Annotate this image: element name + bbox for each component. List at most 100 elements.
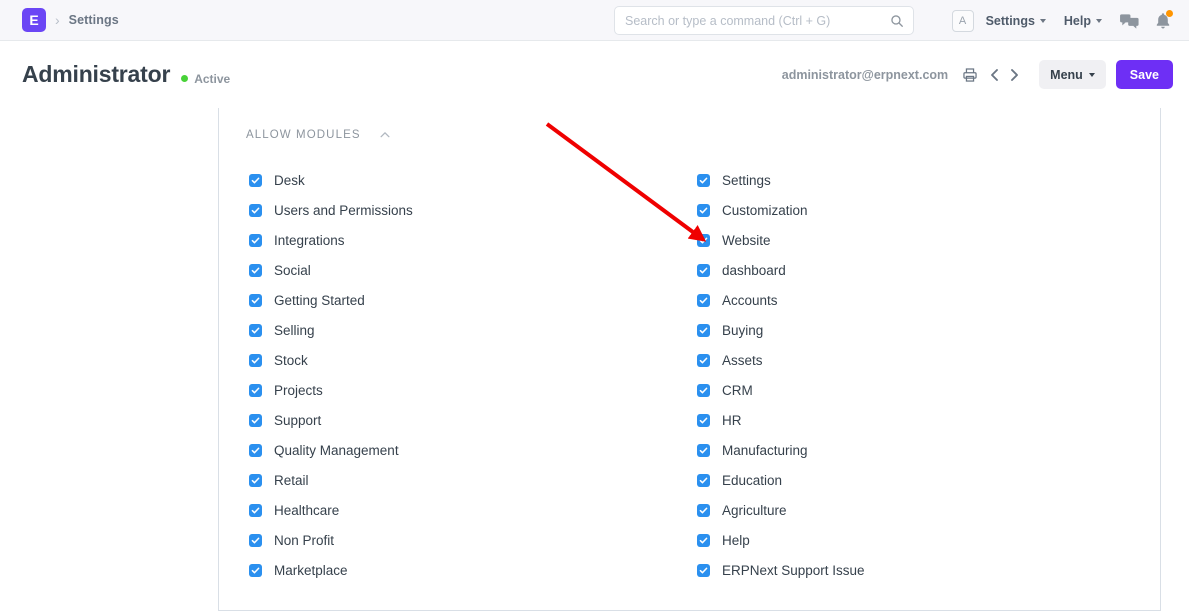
modules-right-column: Settings Customization Website dashboard Acc…: [679, 165, 1139, 585]
module-checkbox-row[interactable]: Website: [697, 225, 1139, 255]
module-checkbox-row[interactable]: CRM: [697, 375, 1139, 405]
checkbox-checked-icon[interactable]: [697, 534, 710, 547]
checkbox-checked-icon[interactable]: [249, 474, 262, 487]
module-checkbox-row[interactable]: Marketplace: [249, 555, 679, 585]
module-checkbox-row[interactable]: Manufacturing: [697, 435, 1139, 465]
module-checkbox-row[interactable]: Desk: [249, 165, 679, 195]
module-checkbox-label: Settings: [722, 173, 771, 188]
module-checkbox-label: Support: [274, 413, 321, 428]
module-checkbox-row[interactable]: Selling: [249, 315, 679, 345]
checkbox-checked-icon[interactable]: [697, 294, 710, 307]
nav-settings-dropdown[interactable]: Settings: [986, 14, 1046, 28]
module-checkbox-row[interactable]: Integrations: [249, 225, 679, 255]
module-checkbox-label: Accounts: [722, 293, 778, 308]
checkbox-checked-icon[interactable]: [249, 324, 262, 337]
app-logo[interactable]: E: [22, 8, 46, 32]
user-email: administrator@erpnext.com: [782, 68, 948, 82]
checkbox-checked-icon[interactable]: [249, 414, 262, 427]
module-checkbox-row[interactable]: HR: [697, 405, 1139, 435]
module-checkbox-label: Stock: [274, 353, 308, 368]
module-checkbox-label: Marketplace: [274, 563, 348, 578]
module-checkbox-label: Customization: [722, 203, 808, 218]
module-checkbox-row[interactable]: Retail: [249, 465, 679, 495]
checkbox-checked-icon[interactable]: [249, 234, 262, 247]
checkbox-checked-icon[interactable]: [697, 354, 710, 367]
chevron-up-icon[interactable]: [379, 129, 391, 141]
module-checkbox-label: Healthcare: [274, 503, 339, 518]
checkbox-checked-icon[interactable]: [249, 384, 262, 397]
checkbox-checked-icon[interactable]: [697, 234, 710, 247]
checkbox-checked-icon[interactable]: [249, 294, 262, 307]
checkbox-checked-icon[interactable]: [697, 324, 710, 337]
chevron-right-icon[interactable]: [1006, 67, 1022, 83]
checkbox-checked-icon[interactable]: [697, 564, 710, 577]
module-checkbox-label: Users and Permissions: [274, 203, 413, 218]
module-checkbox-row[interactable]: Healthcare: [249, 495, 679, 525]
chevron-right-icon: ›: [55, 13, 60, 27]
checkbox-checked-icon[interactable]: [249, 204, 262, 217]
checkbox-checked-icon[interactable]: [249, 534, 262, 547]
notification-dot: [1166, 10, 1173, 17]
module-checkbox-label: Social: [274, 263, 311, 278]
module-checkbox-row[interactable]: Help: [697, 525, 1139, 555]
avatar[interactable]: A: [952, 10, 974, 32]
save-button[interactable]: Save: [1116, 60, 1173, 89]
checkbox-checked-icon[interactable]: [249, 504, 262, 517]
checkbox-checked-icon[interactable]: [697, 414, 710, 427]
module-checkbox-row[interactable]: dashboard: [697, 255, 1139, 285]
checkbox-checked-icon[interactable]: [697, 474, 710, 487]
module-checkbox-row[interactable]: Users and Permissions: [249, 195, 679, 225]
checkbox-checked-icon[interactable]: [249, 354, 262, 367]
checkbox-checked-icon[interactable]: [697, 384, 710, 397]
module-checkbox-row[interactable]: Quality Management: [249, 435, 679, 465]
checkbox-checked-icon[interactable]: [697, 174, 710, 187]
module-checkbox-label: Projects: [274, 383, 323, 398]
chevron-down-icon: [1096, 19, 1102, 23]
checkbox-checked-icon[interactable]: [697, 204, 710, 217]
checkbox-checked-icon[interactable]: [697, 444, 710, 457]
checkbox-checked-icon[interactable]: [249, 264, 262, 277]
status-dot-icon: [181, 75, 188, 82]
module-checkbox-label: Assets: [722, 353, 763, 368]
module-checkbox-row[interactable]: Non Profit: [249, 525, 679, 555]
section-header-allow-modules[interactable]: ALLOW MODULES: [246, 129, 1160, 141]
search-input[interactable]: [615, 14, 890, 28]
module-checkbox-label: Help: [722, 533, 750, 548]
module-checkbox-row[interactable]: Agriculture: [697, 495, 1139, 525]
module-checkbox-row[interactable]: ERPNext Support Issue: [697, 555, 1139, 585]
module-checkbox-row[interactable]: Stock: [249, 345, 679, 375]
module-checkbox-row[interactable]: Customization: [697, 195, 1139, 225]
module-checkbox-row[interactable]: Assets: [697, 345, 1139, 375]
printer-icon[interactable]: [962, 67, 978, 83]
chevron-left-icon[interactable]: [987, 67, 1003, 83]
module-checkbox-label: Integrations: [274, 233, 345, 248]
module-checkbox-row[interactable]: Accounts: [697, 285, 1139, 315]
module-checkbox-row[interactable]: Projects: [249, 375, 679, 405]
module-checkbox-label: Quality Management: [274, 443, 399, 458]
page-title-area: Administrator Active: [22, 61, 230, 88]
menu-button[interactable]: Menu: [1039, 60, 1106, 89]
module-checkbox-row[interactable]: Support: [249, 405, 679, 435]
checkbox-checked-icon[interactable]: [697, 504, 710, 517]
module-checkbox-row[interactable]: Getting Started: [249, 285, 679, 315]
module-checkbox-label: Agriculture: [722, 503, 787, 518]
module-checkbox-row[interactable]: Education: [697, 465, 1139, 495]
module-checkbox-row[interactable]: Settings: [697, 165, 1139, 195]
checkbox-checked-icon[interactable]: [249, 444, 262, 457]
module-checkbox-label: Selling: [274, 323, 315, 338]
checkbox-checked-icon[interactable]: [249, 564, 262, 577]
search-icon[interactable]: [890, 14, 904, 28]
module-checkbox-label: CRM: [722, 383, 753, 398]
checkbox-checked-icon[interactable]: [249, 174, 262, 187]
nav-help-dropdown[interactable]: Help: [1064, 14, 1102, 28]
chat-bubbles-icon[interactable]: [1120, 12, 1139, 29]
module-checkbox-label: HR: [722, 413, 742, 428]
module-checkbox-label: ERPNext Support Issue: [722, 563, 865, 578]
module-checkbox-label: dashboard: [722, 263, 786, 278]
breadcrumb-item-settings[interactable]: Settings: [69, 13, 119, 27]
search-box[interactable]: [614, 6, 914, 35]
bell-icon[interactable]: [1155, 12, 1171, 30]
checkbox-checked-icon[interactable]: [697, 264, 710, 277]
module-checkbox-row[interactable]: Buying: [697, 315, 1139, 345]
module-checkbox-row[interactable]: Social: [249, 255, 679, 285]
